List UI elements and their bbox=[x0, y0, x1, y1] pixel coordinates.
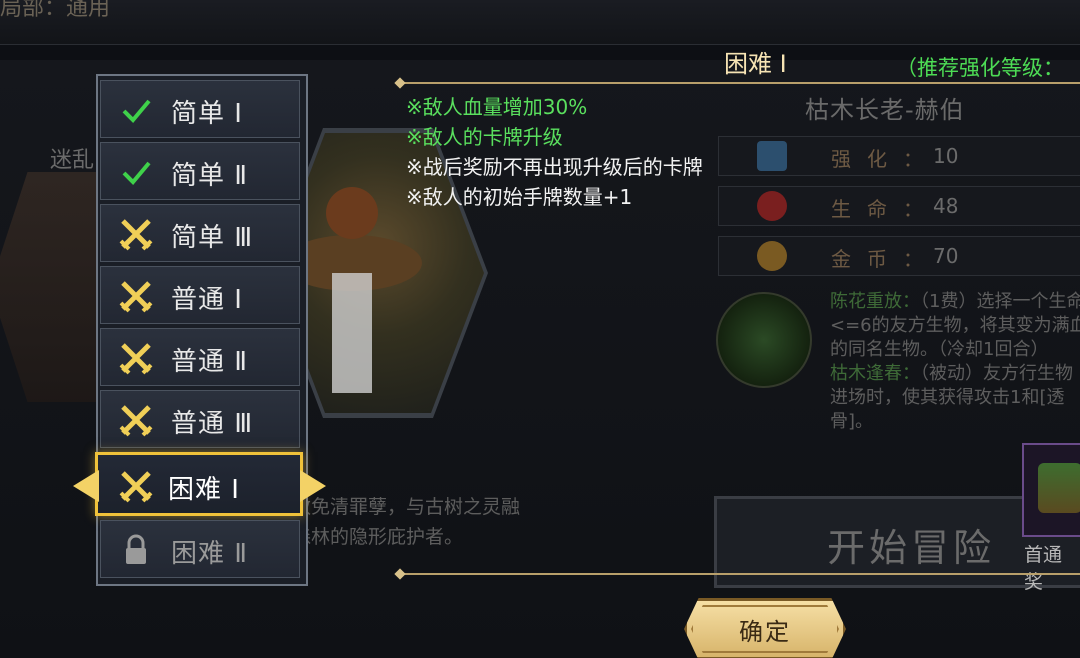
dialog-divider-top bbox=[400, 82, 1080, 84]
left-stage-title: 迷乱 bbox=[50, 148, 95, 173]
heart-icon bbox=[757, 191, 787, 221]
selection-arrow-left-icon bbox=[73, 470, 99, 502]
difficulty-easy-2[interactable]: 简单 Ⅱ bbox=[100, 142, 300, 200]
skill-icon bbox=[716, 292, 812, 388]
crossed-swords-icon bbox=[119, 405, 153, 437]
difficulty-normal-3[interactable]: 普通 Ⅲ bbox=[100, 390, 300, 448]
first-clear-reward-chest bbox=[1022, 443, 1080, 537]
crossed-swords-icon bbox=[119, 281, 153, 313]
selection-arrow-right-icon bbox=[300, 470, 326, 502]
crossed-swords-icon bbox=[119, 471, 153, 503]
difficulty-easy-1[interactable]: 简单 Ⅰ bbox=[100, 80, 300, 138]
coin-icon bbox=[757, 241, 787, 271]
recommended-level-label: （推荐强化等级： bbox=[896, 56, 1064, 80]
top-bar: 局部：通用 bbox=[0, 0, 1080, 45]
dialog-divider-bottom bbox=[400, 573, 1080, 575]
difficulty-effects: ※敌人血量增加30% ※敌人的卡牌升级 ※战后奖励不再出现升级后的卡牌 ※敌人的… bbox=[406, 92, 703, 212]
confirm-button[interactable]: 确定 bbox=[684, 598, 846, 658]
difficulty-easy-3[interactable]: 简单 Ⅲ bbox=[100, 204, 300, 262]
difficulty-list: 简单 Ⅰ 简单 Ⅱ 简单 Ⅲ 普通 Ⅰ 普通 Ⅱ 普通 Ⅲ 困难 Ⅰ 困难 Ⅱ bbox=[95, 74, 308, 586]
shield-icon bbox=[757, 141, 787, 171]
difficulty-normal-2[interactable]: 普通 Ⅱ bbox=[100, 328, 300, 386]
game-screen: 局部：通用 迷乱 赦免清罪孽，与古树之灵融 森林的隐形庇护者。 枯木长老-赫伯 … bbox=[0, 0, 1080, 658]
difficulty-hard-1[interactable]: 困难 Ⅰ bbox=[95, 452, 303, 516]
check-icon bbox=[122, 99, 151, 123]
check-icon bbox=[122, 161, 151, 185]
boss-name: 枯木长老-赫伯 bbox=[805, 96, 965, 124]
stat-row-strength: 强化： 10 bbox=[718, 136, 1080, 176]
stat-row-gold: 金币： 70 bbox=[718, 236, 1080, 276]
stat-row-health: 生命： 48 bbox=[718, 186, 1080, 226]
crossed-swords-icon bbox=[119, 219, 153, 251]
lock-icon bbox=[126, 534, 146, 564]
first-clear-reward-label: 首通奖 bbox=[1024, 544, 1063, 593]
crossed-swords-icon bbox=[119, 343, 153, 375]
treasure-chest-icon bbox=[1038, 463, 1080, 513]
selected-difficulty-title: 困难 Ⅰ bbox=[724, 50, 787, 78]
effect-line: ※战后奖励不再出现升级后的卡牌 bbox=[406, 155, 703, 179]
effect-line: ※敌人的卡牌升级 bbox=[406, 125, 563, 149]
skill-descriptions: 陈花重放：（1费）选择一个生命<=6的友方生物，将其变为满血的同名生物。（冷却1… bbox=[830, 291, 1080, 432]
difficulty-hard-2[interactable]: 困难 Ⅱ bbox=[100, 520, 300, 578]
effect-line: ※敌人的初始手牌数量+1 bbox=[406, 185, 633, 209]
difficulty-normal-1[interactable]: 普通 Ⅰ bbox=[100, 266, 300, 324]
top-tab-label: 局部：通用 bbox=[0, 0, 111, 21]
confirm-button-label: 确定 bbox=[739, 618, 791, 646]
effect-line: ※敌人血量增加30% bbox=[406, 95, 588, 119]
